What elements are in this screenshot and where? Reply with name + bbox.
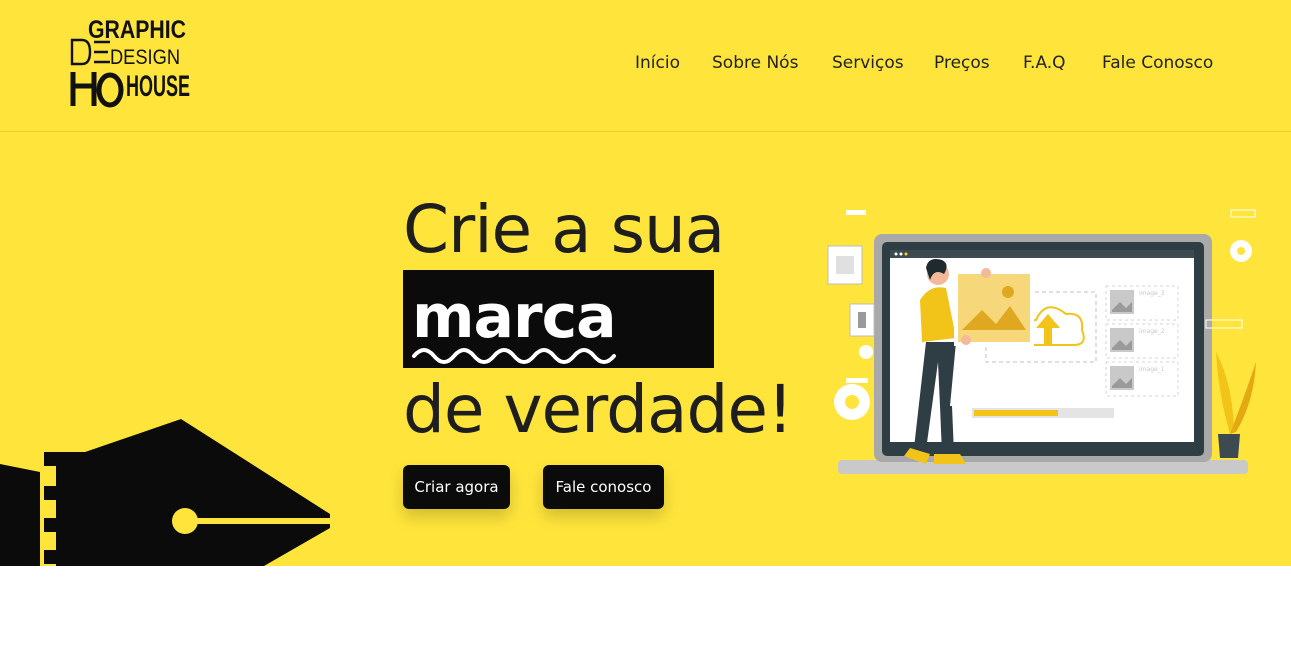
nav-link-fale-conosco[interactable]: Fale Conosco [1102, 53, 1213, 73]
nav-link-precos[interactable]: Preços [934, 53, 990, 73]
criar-agora-button[interactable]: Criar agora [403, 465, 510, 509]
hero-heading-line3: de verdade! [403, 371, 793, 448]
nav-link-inicio[interactable]: Início [635, 53, 680, 73]
svg-text:image_2: image_2 [1139, 328, 1165, 335]
fountain-pen-illustration [0, 419, 330, 566]
next-section [0, 566, 1291, 664]
svg-text:image_1: image_1 [1139, 366, 1165, 373]
fale-conosco-button[interactable]: Fale conosco [543, 465, 664, 509]
svg-text:image_3: image_3 [1139, 290, 1165, 297]
squiggle-underline-icon [412, 348, 616, 364]
nav-link-servicos[interactable]: Serviços [832, 53, 904, 73]
main-nav: Início Sobre Nós Serviços Preços F.A.Q F… [0, 53, 1291, 77]
nav-link-faq[interactable]: F.A.Q [1023, 53, 1066, 73]
site-header: GRAPHIC DESIGN HOUSE Início Sobre Nós Se… [0, 0, 1291, 132]
upload-illustration: image_3 image_2 image_1 [827, 209, 1256, 474]
hero-heading-line1: Crie a sua [403, 191, 725, 268]
svg-text:GRAPHIC: GRAPHIC [88, 16, 186, 44]
nav-link-sobre-nos[interactable]: Sobre Nós [712, 53, 798, 73]
hero-section: Crie a sua marca de verdade! Criar agora… [0, 132, 1291, 566]
